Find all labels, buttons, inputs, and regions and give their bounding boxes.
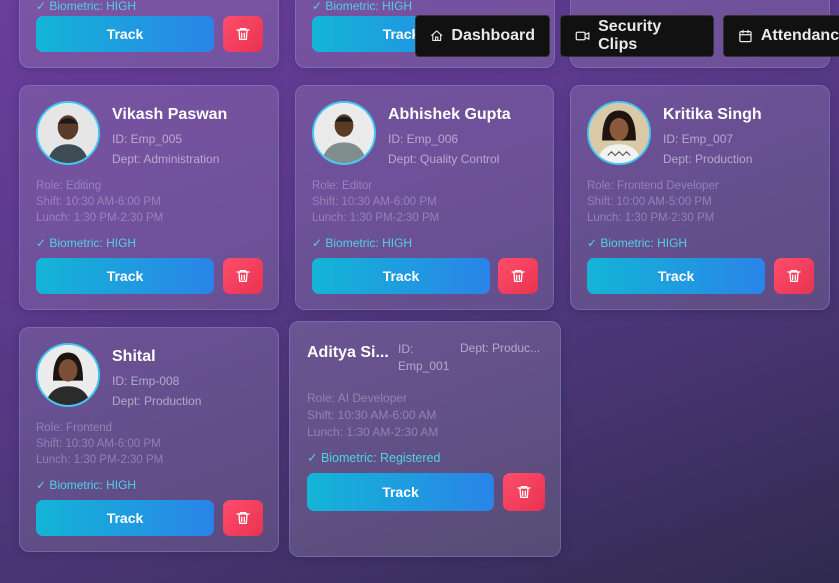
avatar bbox=[36, 343, 100, 407]
trash-icon bbox=[517, 486, 531, 498]
employee-role: Role: Frontend bbox=[36, 422, 113, 434]
biometric-status: ✓ Biometric: HIGH bbox=[312, 0, 413, 13]
employee-card-abhishek: Abhishek Gupta ID: Emp_006 Dept: Quality… bbox=[295, 85, 554, 310]
delete-button[interactable] bbox=[774, 258, 814, 294]
employee-lunch: Lunch: 1:30 PM-2:30 PM bbox=[312, 212, 440, 224]
calendar-icon bbox=[739, 29, 752, 43]
delete-button[interactable] bbox=[223, 500, 263, 536]
biometric-status: ✓ Biometric: HIGH bbox=[36, 0, 137, 13]
nav-dashboard-button[interactable]: Dashboard bbox=[415, 15, 550, 57]
trash-icon bbox=[511, 270, 525, 282]
employee-dept: Dept: Production bbox=[663, 152, 753, 166]
employee-lunch: Lunch: 1:30 PM-2:30 PM bbox=[587, 212, 715, 224]
biometric-status: ✓ Biometric: HIGH bbox=[312, 236, 413, 250]
employee-id: ID: Emp_007 bbox=[663, 132, 734, 146]
biometric-status: ✓ Biometric: HIGH bbox=[587, 236, 688, 250]
employee-name: Aditya Si... bbox=[307, 344, 389, 361]
employee-lunch: Lunch: 1:30 AM-2:30 AM bbox=[307, 425, 439, 439]
employee-id: ID: Emp_001 bbox=[398, 341, 449, 375]
employee-card-partial-1: ✓ Biometric: HIGH Track bbox=[19, 0, 279, 68]
employee-card-vikash: Vikash Paswan ID: Emp_005 Dept: Administ… bbox=[19, 85, 279, 310]
avatar bbox=[312, 101, 376, 165]
employee-shift: Shift: 10:30 AM-6:00 PM bbox=[312, 196, 437, 208]
trash-icon bbox=[236, 28, 250, 40]
track-button[interactable]: Track bbox=[36, 258, 214, 294]
avatar bbox=[36, 101, 100, 165]
track-button[interactable]: Track bbox=[36, 16, 214, 52]
employee-dept: Dept: Administration bbox=[112, 152, 220, 166]
biometric-status: ✓ Biometric: HIGH bbox=[36, 236, 137, 250]
employee-id: ID: Emp-008 bbox=[112, 374, 180, 388]
employee-role: Role: Editor bbox=[312, 180, 373, 192]
employee-name: Kritika Singh bbox=[663, 106, 762, 123]
employee-dept: Dept: Production bbox=[112, 394, 202, 408]
employee-role: Role: Frontend Developer bbox=[587, 180, 719, 192]
delete-button[interactable] bbox=[503, 473, 545, 511]
employee-shift: Shift: 10:30 AM-6:00 PM bbox=[36, 438, 161, 450]
employee-shift: Shift: 10:30 AM-6:00 AM bbox=[307, 408, 437, 422]
employee-shift: Shift: 10:30 AM-6:00 PM bbox=[36, 196, 161, 208]
home-icon bbox=[431, 30, 443, 42]
employee-role: Role: AI Developer bbox=[307, 391, 408, 405]
trash-icon bbox=[787, 270, 801, 282]
biometric-status: ✓ Biometric: Registered bbox=[307, 451, 441, 465]
trash-icon bbox=[236, 511, 250, 524]
employee-id-value: Emp_001 bbox=[398, 359, 450, 373]
delete-button[interactable] bbox=[223, 258, 263, 294]
employee-dept: Dept: Produc... bbox=[460, 341, 541, 355]
employee-card-kritika: Kritika Singh ID: Emp_007 Dept: Producti… bbox=[570, 85, 830, 310]
nav-security-clips-button[interactable]: Security Clips bbox=[560, 15, 714, 57]
nav-attendance-label: Attendance bbox=[760, 27, 839, 44]
nav-attendance-button[interactable]: Attendance bbox=[723, 15, 839, 57]
employee-card-aditya: Aditya Si... ID: Emp_001 Dept: Produc...… bbox=[289, 321, 561, 557]
employee-name: Shital bbox=[112, 348, 156, 365]
employee-role: Role: Editing bbox=[36, 180, 102, 192]
avatar bbox=[587, 101, 651, 165]
employee-shift: Shift: 10:00 AM-5:00 PM bbox=[587, 196, 712, 208]
employee-name: Abhishek Gupta bbox=[388, 106, 511, 123]
employee-name: Vikash Paswan bbox=[112, 106, 228, 123]
track-button[interactable]: Track bbox=[587, 258, 765, 294]
delete-button[interactable] bbox=[223, 16, 263, 52]
delete-button[interactable] bbox=[498, 258, 538, 294]
trash-icon bbox=[236, 270, 250, 282]
track-button[interactable]: Track bbox=[312, 258, 490, 294]
employee-dept: Dept: Quality Control bbox=[388, 152, 500, 166]
nav-security-clips-label: Security Clips bbox=[598, 18, 662, 53]
track-button[interactable]: Track bbox=[307, 473, 494, 511]
employee-lunch: Lunch: 1:30 PM-2:30 PM bbox=[36, 454, 164, 466]
employee-id: ID: Emp_005 bbox=[112, 132, 183, 146]
biometric-status: ✓ Biometric: HIGH bbox=[36, 478, 137, 492]
employee-card-shital: Shital ID: Emp-008 Dept: Production Role… bbox=[19, 327, 279, 552]
video-camera-icon bbox=[575, 31, 590, 41]
employee-id: ID: Emp_006 bbox=[388, 132, 459, 146]
nav-dashboard-label: Dashboard bbox=[451, 27, 535, 44]
employee-lunch: Lunch: 1:30 PM-2:30 PM bbox=[36, 212, 164, 224]
track-button[interactable]: Track bbox=[36, 500, 214, 536]
employee-id-label: ID: bbox=[398, 342, 414, 356]
